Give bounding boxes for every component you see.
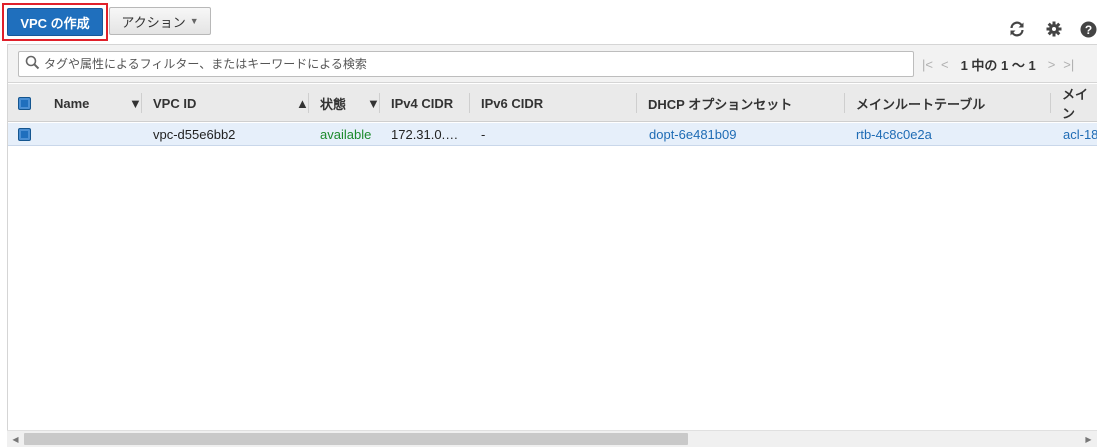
actions-label: アクション bbox=[121, 14, 186, 30]
toolbar: VPC の作成 アクション ▼ ? bbox=[0, 0, 1097, 44]
last-page-icon[interactable]: >| bbox=[1063, 57, 1074, 72]
table-row[interactable]: vpc-d55e6bb2 available 172.31.0.… - dopt… bbox=[8, 123, 1097, 146]
column-name[interactable]: Name bbox=[54, 84, 89, 122]
filter-bar: |< < 1 中の 1 ～ 1 > >| bbox=[8, 45, 1097, 83]
column-main-acl[interactable]: メイン bbox=[1062, 84, 1097, 122]
horizontal-scrollbar[interactable]: ◀ ▶ bbox=[7, 430, 1097, 447]
select-all-checkbox[interactable] bbox=[18, 84, 31, 122]
cell-ipv6-cidr: - bbox=[481, 127, 486, 142]
column-ipv6-cidr[interactable]: IPv6 CIDR bbox=[481, 84, 543, 122]
scrollbar-thumb[interactable] bbox=[24, 433, 688, 445]
scroll-right-icon[interactable]: ▶ bbox=[1080, 431, 1097, 447]
gear-icon[interactable] bbox=[1045, 20, 1063, 38]
sort-icon[interactable]: ▼ bbox=[367, 84, 380, 122]
page-indicator: 1 中の 1 ～ 1 bbox=[960, 57, 1036, 73]
help-icon[interactable]: ? bbox=[1079, 20, 1097, 38]
next-page-icon[interactable]: > bbox=[1048, 57, 1056, 72]
create-vpc-highlight: VPC の作成 bbox=[2, 3, 108, 41]
table-header: Name ▼ VPC ID ▲ 状態 ▼ IPv4 CIDR IPv6 CIDR… bbox=[8, 84, 1097, 122]
svg-text:?: ? bbox=[1084, 23, 1091, 37]
search-box[interactable] bbox=[18, 51, 914, 77]
row-checkbox[interactable] bbox=[18, 123, 31, 146]
search-input[interactable] bbox=[44, 57, 904, 71]
column-dhcp-options[interactable]: DHCP オプションセット bbox=[648, 84, 792, 122]
column-ipv4-cidr[interactable]: IPv4 CIDR bbox=[391, 84, 453, 122]
cell-route-table-link[interactable]: rtb-4c8c0e2a bbox=[856, 123, 932, 146]
first-page-icon[interactable]: |< bbox=[922, 57, 933, 72]
cell-ipv4-cidr: 172.31.0.… bbox=[391, 127, 459, 142]
sort-asc-icon[interactable]: ▲ bbox=[296, 84, 309, 122]
actions-button[interactable]: アクション ▼ bbox=[109, 7, 211, 35]
chevron-down-icon: ▼ bbox=[189, 16, 199, 26]
cell-state: available bbox=[320, 127, 372, 142]
cell-acl-link[interactable]: acl-18 bbox=[1063, 123, 1097, 146]
refresh-icon[interactable] bbox=[1008, 20, 1026, 38]
cell-dhcp-options-link[interactable]: dopt-6e481b09 bbox=[649, 123, 736, 146]
search-icon bbox=[25, 55, 40, 73]
column-vpc-id[interactable]: VPC ID bbox=[153, 84, 196, 122]
create-vpc-button[interactable]: VPC の作成 bbox=[7, 8, 103, 36]
sort-icon[interactable]: ▼ bbox=[129, 84, 142, 122]
scroll-left-icon[interactable]: ◀ bbox=[7, 431, 24, 447]
pagination: |< < 1 中の 1 ～ 1 > >| bbox=[922, 51, 1097, 77]
cell-vpc-id: vpc-d55e6bb2 bbox=[153, 127, 236, 142]
vpc-panel: |< < 1 中の 1 ～ 1 > >| Name ▼ VPC ID ▲ 状態 … bbox=[7, 44, 1097, 447]
column-main-route-table[interactable]: メインルートテーブル bbox=[856, 84, 985, 122]
column-state[interactable]: 状態 bbox=[320, 84, 346, 122]
prev-page-icon[interactable]: < bbox=[941, 57, 949, 72]
